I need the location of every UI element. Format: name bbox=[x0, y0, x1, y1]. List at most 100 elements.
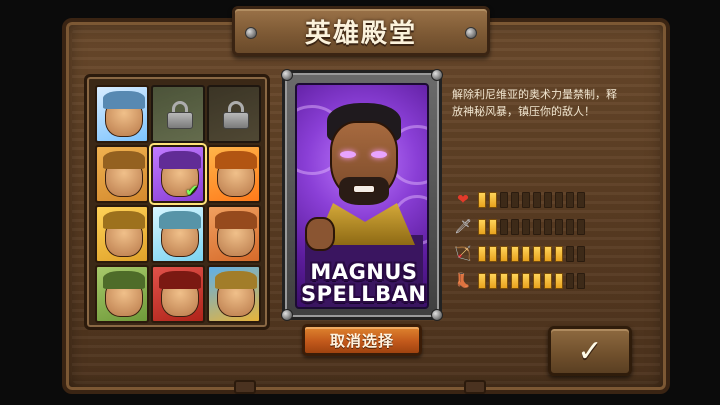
stat-pip bbox=[566, 272, 574, 289]
hero-card: MAGNUS SPELLBANE bbox=[281, 69, 443, 321]
stat-row: 🏹 bbox=[452, 240, 585, 267]
stat-bars bbox=[478, 245, 585, 262]
lock-icon bbox=[223, 101, 249, 129]
stat-pip bbox=[555, 272, 563, 289]
hero-portrait-frost[interactable] bbox=[151, 205, 205, 263]
hero-room-screen: 英雄殿堂 ✔ MAGNUS SPELLBANE 取消选择 解除利尼维亚的奥术力量… bbox=[0, 0, 720, 405]
board-bracket bbox=[464, 380, 486, 394]
hero-helm bbox=[103, 91, 145, 109]
stat-pip bbox=[544, 218, 552, 235]
stat-pip bbox=[555, 191, 563, 208]
sword-icon: 🗡 bbox=[454, 218, 472, 235]
stat-pip bbox=[533, 245, 541, 262]
hero-helm bbox=[159, 211, 201, 229]
stat-pip bbox=[500, 272, 508, 289]
hero-portrait-samurai[interactable] bbox=[151, 265, 205, 323]
hero-portrait-viking[interactable] bbox=[207, 205, 261, 263]
hero-roster-panel: ✔ bbox=[84, 74, 270, 330]
bolt-icon bbox=[431, 309, 443, 321]
stat-pip bbox=[566, 191, 574, 208]
hero-helm bbox=[159, 151, 201, 169]
heart-icon: ❤ bbox=[457, 191, 469, 208]
stat-pip bbox=[500, 245, 508, 262]
stat-pip bbox=[478, 272, 486, 289]
stat-row: ❤ bbox=[452, 186, 585, 213]
hero-stats: ❤ 🗡 🏹 👢 bbox=[452, 186, 585, 294]
stat-pip bbox=[577, 191, 585, 208]
stat-pip bbox=[533, 272, 541, 289]
hero-mouth bbox=[353, 185, 375, 193]
stat-pip bbox=[533, 191, 541, 208]
hero-portrait-magnus[interactable]: ✔ bbox=[149, 143, 207, 205]
title-plank: 英雄殿堂 bbox=[232, 6, 490, 56]
stat-bars bbox=[478, 191, 585, 208]
hero-portrait-sea-king[interactable] bbox=[207, 265, 261, 323]
stat-pip bbox=[555, 218, 563, 235]
stat-pip bbox=[522, 218, 530, 235]
stat-pip bbox=[511, 218, 519, 235]
stat-pip bbox=[511, 272, 519, 289]
bolt-icon bbox=[281, 309, 293, 321]
hero-portrait-locked-3[interactable] bbox=[207, 85, 261, 143]
board-bracket bbox=[234, 380, 256, 394]
selected-check-icon: ✔ bbox=[185, 181, 199, 200]
stat-pip bbox=[577, 245, 585, 262]
hero-portrait-king[interactable] bbox=[95, 205, 149, 263]
hero-helm bbox=[215, 151, 257, 169]
hero-helm bbox=[159, 271, 201, 289]
confirm-button[interactable]: ✓ bbox=[548, 326, 632, 376]
stat-pip bbox=[577, 218, 585, 235]
hero-fist bbox=[305, 217, 335, 251]
hero-portrait-knight[interactable] bbox=[95, 85, 149, 143]
stat-pip bbox=[500, 218, 508, 235]
boots-icon: 👢 bbox=[454, 272, 472, 289]
bolt-icon bbox=[465, 27, 477, 39]
hero-portrait-locked-2[interactable] bbox=[151, 85, 205, 143]
glowing-eye-icon bbox=[340, 151, 356, 158]
stat-bars bbox=[478, 272, 585, 289]
stat-pip bbox=[478, 245, 486, 262]
bolt-icon bbox=[281, 69, 293, 81]
stat-pip bbox=[489, 272, 497, 289]
stat-pip bbox=[500, 191, 508, 208]
bolt-icon bbox=[431, 69, 443, 81]
stat-pip bbox=[489, 218, 497, 235]
hero-helm bbox=[103, 211, 145, 229]
stat-pip bbox=[566, 245, 574, 262]
hero-helm bbox=[215, 271, 257, 289]
glowing-eye-icon bbox=[371, 151, 387, 158]
hero-name-plate: MAGNUS SPELLBANE bbox=[301, 261, 427, 305]
hero-portrait-dwarf[interactable] bbox=[95, 145, 149, 203]
stat-pip bbox=[544, 245, 552, 262]
hero-name-line-2: SPELLBANE bbox=[301, 282, 429, 306]
stat-pip bbox=[522, 191, 530, 208]
stat-pip bbox=[566, 218, 574, 235]
hero-portrait-fire-elemental[interactable] bbox=[207, 145, 261, 203]
stat-pip bbox=[478, 191, 486, 208]
stat-pip bbox=[522, 272, 530, 289]
hero-name-line-1: MAGNUS bbox=[310, 260, 418, 284]
stat-pip bbox=[478, 218, 486, 235]
stat-row: 👢 bbox=[452, 267, 585, 294]
stat-pip bbox=[522, 245, 530, 262]
stat-pip bbox=[577, 272, 585, 289]
stat-pip bbox=[489, 191, 497, 208]
stat-row: 🗡 bbox=[452, 213, 585, 240]
deselect-button[interactable]: 取消选择 bbox=[302, 324, 422, 356]
bow-icon: 🏹 bbox=[454, 245, 472, 262]
page-title: 英雄殿堂 bbox=[304, 18, 417, 49]
hero-description: 解除利尼维亚的奥术力量禁制，释放神秘风暴，镇压你的敌人！ bbox=[452, 88, 617, 118]
stat-bars bbox=[478, 218, 585, 235]
hero-helm bbox=[103, 271, 145, 289]
checkmark-icon: ✓ bbox=[577, 333, 603, 369]
stat-pip bbox=[544, 272, 552, 289]
stat-pip bbox=[511, 191, 519, 208]
hero-roster-grid: ✔ bbox=[95, 85, 261, 323]
lock-icon bbox=[167, 101, 193, 129]
hero-helm bbox=[215, 211, 257, 229]
stat-pip bbox=[489, 245, 497, 262]
stat-pip bbox=[533, 218, 541, 235]
hero-portrait-orc[interactable] bbox=[95, 265, 149, 323]
deselect-button-label: 取消选择 bbox=[329, 331, 394, 350]
hero-helm bbox=[103, 151, 145, 169]
